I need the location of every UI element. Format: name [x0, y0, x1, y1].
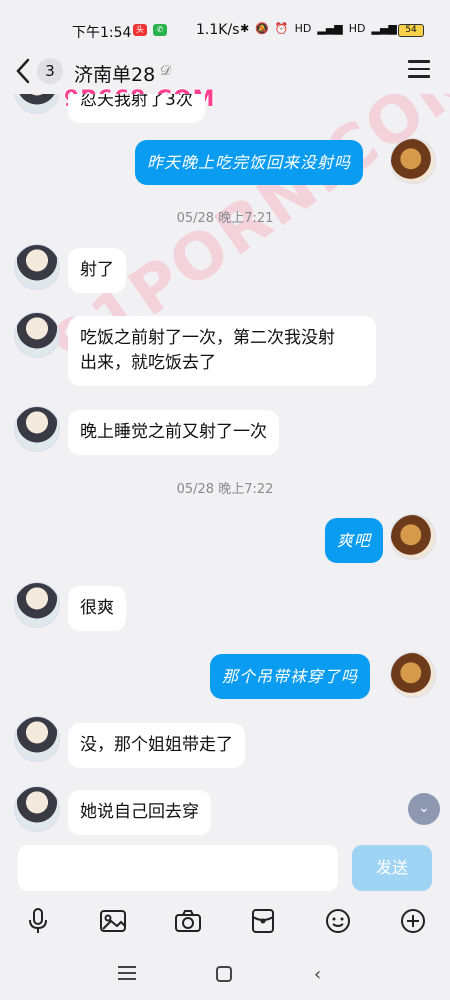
emoji-button[interactable]	[323, 906, 353, 936]
message-bubble: 吃饭之前射了一次，第二次我没射 出来，就吃饭去了	[68, 316, 376, 386]
home-button[interactable]	[216, 966, 232, 982]
hd-icon: HD	[294, 22, 312, 35]
hd2-icon: HD	[348, 22, 366, 35]
my-avatar[interactable]	[390, 138, 436, 184]
plus-icon	[400, 909, 425, 933]
contact-avatar[interactable]	[14, 94, 60, 114]
status-bar: 下午1:54 头 ✆ 1.1K/s ✱ 🔕 ⏰ HD ▂▄▆ HD ▂▄▆ 54	[0, 0, 450, 48]
unread-count-badge: 3	[37, 58, 63, 84]
message-bubble-me: 昨天晚上吃完饭回来没射吗	[135, 140, 364, 185]
camera-icon	[174, 910, 201, 932]
chevron-down-icon: ⌄	[418, 800, 430, 816]
message-bubble: 她说自己回去穿	[68, 790, 211, 835]
more-menu-button[interactable]	[408, 60, 430, 80]
message-bubble-me: 爽吧	[325, 518, 384, 563]
image-button[interactable]	[98, 906, 128, 936]
chevron-left-icon	[16, 58, 30, 84]
bluetooth-icon: ✱	[240, 22, 250, 35]
contact-avatar[interactable]	[14, 786, 60, 832]
network-speed: 1.1K/s	[196, 22, 240, 38]
my-avatar[interactable]	[390, 514, 436, 560]
app-notification-icon: 头	[133, 24, 147, 36]
send-button[interactable]: 发送	[352, 845, 432, 891]
microphone-icon	[28, 908, 47, 933]
nav-back-button[interactable]: ‹	[314, 964, 321, 985]
scroll-to-bottom-button[interactable]: ⌄	[408, 793, 440, 825]
system-nav-bar: ‹	[0, 950, 450, 1000]
voice-button[interactable]	[23, 906, 53, 936]
more-actions-button[interactable]	[398, 906, 428, 936]
red-packet-icon	[251, 909, 274, 933]
recent-apps-button[interactable]	[118, 966, 136, 984]
message-composer: 发送	[0, 838, 450, 900]
my-avatar[interactable]	[390, 652, 436, 698]
image-icon	[99, 910, 126, 932]
contact-avatar[interactable]	[14, 406, 60, 452]
notification-icons: 头 ✆	[133, 24, 167, 36]
signal2-icon: ▂▄▆	[371, 22, 397, 35]
phone-notification-icon: ✆	[153, 24, 167, 36]
emoji-icon	[325, 909, 350, 933]
alarm-icon: ⏰	[274, 22, 289, 35]
message-bubble: 射了	[68, 248, 126, 293]
message-bubble: 晚上睡觉之前又射了一次	[68, 410, 279, 455]
back-arrow-icon: ‹	[314, 964, 322, 985]
chat-title[interactable]: 济南单28	[74, 60, 155, 87]
message-bubble-me: 那个吊带袜穿了吗	[210, 654, 371, 699]
chat-messages[interactable]: 91PORN.COM 忍天我射了3次 昨天晚上吃完饭回来没射吗 05/28 晚上…	[0, 94, 450, 838]
message-bubble: 很爽	[68, 586, 126, 631]
system-icons: ✱ 🔕 ⏰ HD ▂▄▆ HD ▂▄▆	[240, 22, 397, 35]
contact-avatar[interactable]	[14, 312, 60, 358]
input-toolbar	[0, 900, 450, 942]
camera-button[interactable]	[173, 906, 203, 936]
tag-icon: 𝒟	[160, 63, 172, 79]
message-input[interactable]	[18, 845, 338, 891]
chat-header: 3 济南单28 𝒟 9P668.COM	[0, 48, 450, 112]
red-packet-button[interactable]	[248, 906, 278, 936]
timestamp: 05/28 晚上7:21	[176, 211, 274, 226]
contact-avatar[interactable]	[14, 716, 60, 762]
message-bubble: 忍天我射了3次	[68, 94, 205, 123]
mute-icon: 🔕	[255, 22, 269, 35]
signal-icon: ▂▄▆	[317, 22, 343, 35]
contact-avatar[interactable]	[14, 244, 60, 290]
timestamp: 05/28 晚上7:22	[176, 482, 274, 497]
back-button[interactable]	[12, 56, 34, 86]
battery-indicator: 54	[398, 24, 424, 37]
status-time: 下午1:54	[72, 25, 132, 41]
message-bubble: 没，那个姐姐带走了	[68, 723, 245, 768]
contact-avatar[interactable]	[14, 582, 60, 628]
